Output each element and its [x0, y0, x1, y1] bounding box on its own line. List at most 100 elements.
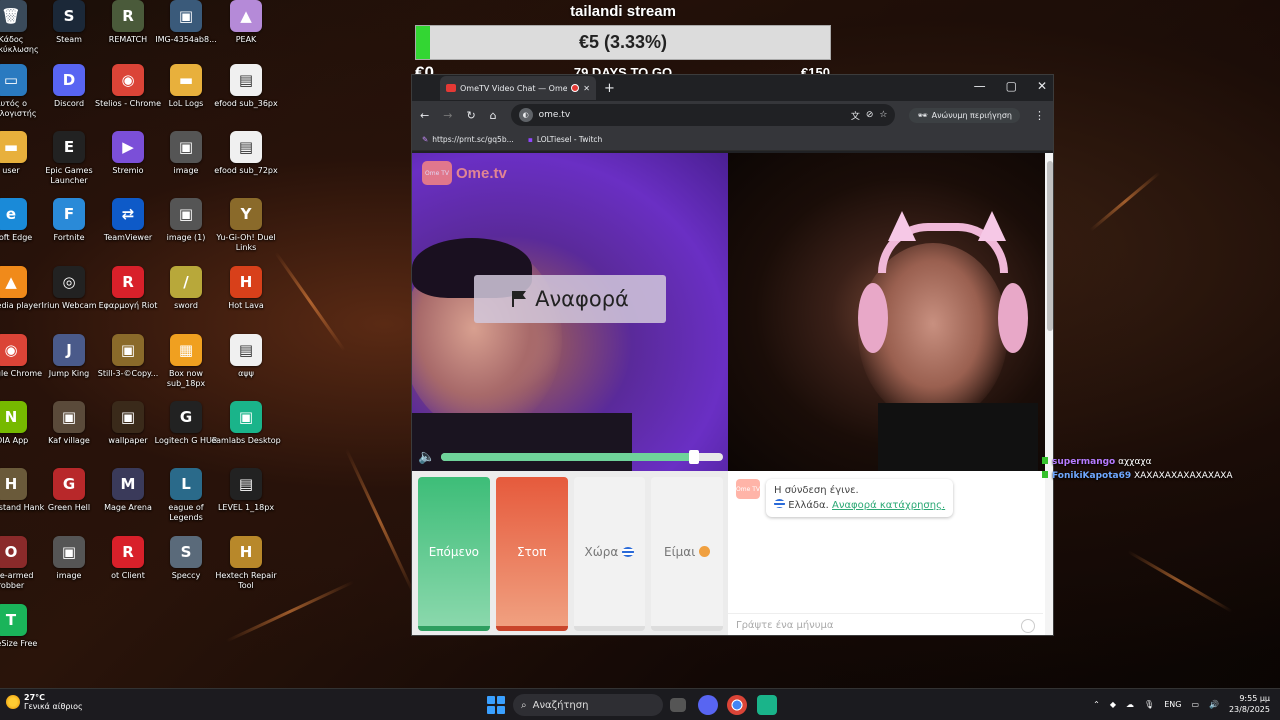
desktop-icon[interactable]: ▣ eamlabs Desktop	[211, 401, 281, 467]
desktop-icon[interactable]: ▣ image	[155, 131, 217, 197]
task-view-icon[interactable]	[670, 698, 686, 712]
desktop-icon[interactable]: ▣ IMG-4354ab8...	[155, 0, 217, 66]
tab-close-icon[interactable]: ✕	[583, 84, 590, 93]
desktop-icon-label: PEAK	[235, 35, 257, 44]
display-icon[interactable]: ▭	[1191, 700, 1199, 709]
forward-icon[interactable]: →	[443, 109, 452, 122]
incognito-badge[interactable]: 🕶 Ανώνυμη περιήγηση	[909, 107, 1020, 123]
desktop-icon[interactable]: League of Legends	[155, 468, 217, 534]
desktop-icon[interactable]: ▭Αυτός ο υπολογιστής	[0, 64, 42, 130]
desktop-icon[interactable]: ▬ LoL Logs	[155, 64, 217, 130]
desktop-icon[interactable]: ▲C media player	[0, 266, 42, 332]
cloud-icon[interactable]: ☁	[1126, 700, 1134, 709]
translate-icon[interactable]: 文	[851, 109, 860, 122]
desktop-icon[interactable]: F Fortnite	[38, 198, 100, 264]
desktop-icon[interactable]: ▣ wallpaper	[97, 401, 159, 467]
desktop-icon[interactable]: NIDIA App	[0, 401, 42, 467]
next-button[interactable]: Επόμενο	[418, 477, 490, 631]
desktop-icon[interactable]: ▣ Still-3-©Copy...	[97, 334, 159, 400]
maximize-button[interactable]: ▢	[1006, 79, 1017, 93]
eye-off-icon[interactable]: ⊘	[866, 110, 874, 120]
desktop-icon[interactable]: / sword	[155, 266, 217, 332]
close-button[interactable]: ✕	[1037, 79, 1047, 93]
start-button[interactable]	[487, 696, 505, 714]
desktop-icon[interactable]: ▣ image (1)	[155, 198, 217, 264]
gender-button[interactable]: Είμαι	[651, 477, 723, 631]
chrome-taskbar-icon[interactable]	[727, 695, 747, 715]
search-box[interactable]: ⌕ Αναζήτηση	[513, 694, 663, 716]
desktop-icon[interactable]: eosoft Edge	[0, 198, 42, 264]
report-button[interactable]: Αναφορά	[474, 275, 666, 323]
report-abuse-link[interactable]: Αναφορά κατάχρησης.	[832, 500, 945, 511]
address-bar[interactable]: ◐ ome.tv 文 ⊘ ☆	[510, 104, 896, 126]
site-info-icon[interactable]: ◐	[518, 108, 533, 122]
desktop-icon[interactable]: HHandstand Hank	[0, 468, 44, 534]
desktop-icon[interactable]: D Discord	[38, 64, 100, 130]
network-icon[interactable]: ◆	[1110, 700, 1116, 709]
volume-slider[interactable]	[441, 450, 723, 464]
desktop-icon[interactable]: ◎ Iriun Webcam	[38, 266, 100, 332]
tab-ometv[interactable]: OmeTV Video Chat — Ome ✕	[440, 76, 596, 100]
bookmark-twitch[interactable]: ▪ LOLTiesel - Twitch	[528, 135, 603, 144]
app-icon: E	[53, 131, 85, 163]
desktop-icon[interactable]: ▣ image	[38, 536, 100, 602]
desktop-icon[interactable]: Y Yu-Gi-Oh! Duel Links	[215, 198, 277, 264]
desktop-icon[interactable]: ▬ user	[0, 131, 42, 197]
weather-widget[interactable]: 27°C Γενικά αίθριος	[6, 693, 83, 711]
desktop-icon[interactable]: S Speccy	[155, 536, 217, 602]
desktop-icon[interactable]: Rot Client	[97, 536, 159, 602]
desktop-icon[interactable]: R Εφαρμογή Riot	[97, 266, 159, 332]
country-button[interactable]: Χώρα	[573, 477, 646, 631]
stop-button[interactable]: Στοπ	[495, 477, 568, 631]
desktop-icon[interactable]: R REMATCH	[97, 0, 159, 66]
speaker-icon[interactable]: 🔈	[418, 449, 435, 465]
emoji-icon[interactable]	[1021, 618, 1035, 633]
volume-thumb[interactable]	[688, 450, 699, 464]
desktop-icon[interactable]: ▲ PEAK	[215, 0, 277, 66]
microphone-icon[interactable]: 🎙	[1144, 700, 1154, 709]
desktop-icon[interactable]: ◉Google Chrome	[0, 334, 42, 400]
home-icon[interactable]: ⌂	[490, 109, 497, 122]
reload-icon[interactable]: ↻	[466, 109, 475, 122]
app-icon: ▣	[112, 334, 144, 366]
desktop-icon[interactable]: 🗑Κάδος ανακύκλωσης	[0, 0, 42, 66]
app-icon: R	[112, 266, 144, 298]
volume-icon[interactable]: 🔊	[1209, 700, 1219, 709]
desktop-icon[interactable]: ▤ LEVEL 1_18px	[215, 468, 277, 534]
minimize-button[interactable]: —	[974, 79, 986, 93]
message-input[interactable]: Γράψτε ένα μήνυμα	[728, 613, 1043, 635]
desktop-icon[interactable]: E Epic Games Launcher	[38, 131, 100, 197]
streamlabs-taskbar-icon[interactable]	[757, 695, 777, 715]
desktop-icon[interactable]: ⇄ TeamViewer	[97, 198, 159, 264]
star-icon[interactable]: ☆	[879, 110, 887, 120]
page-scrollbar[interactable]	[1045, 153, 1053, 635]
desktop-icon[interactable]: ▣ Kaf village	[38, 401, 100, 467]
app-icon: ▬	[0, 131, 27, 163]
new-tab-button[interactable]: +	[604, 81, 615, 96]
desktop-icon[interactable]: ▤ efood sub_72px	[214, 131, 278, 197]
desktop-icon[interactable]: T TreeSize Free	[0, 604, 42, 670]
language-indicator[interactable]: ENG	[1164, 700, 1181, 709]
system-tray: ⌃ ◆ ☁ 🎙 ENG ▭ 🔊 9:55 μμ 23/8/2025	[1093, 693, 1270, 715]
desktop-icon[interactable]: H Hextech Repair Tool	[215, 536, 277, 602]
desktop-icon[interactable]: H Hot Lava	[215, 266, 277, 332]
desktop-icon[interactable]: OOne-armed robber	[0, 536, 42, 602]
desktop-icon[interactable]: S Steam	[38, 0, 100, 66]
desktop-icon[interactable]: ◉ Stelios - Chrome	[95, 64, 161, 130]
menu-icon[interactable]: ⋮	[1034, 109, 1045, 122]
clock[interactable]: 9:55 μμ 23/8/2025	[1229, 693, 1270, 715]
desktop-icon[interactable]: ▦ Box now sub_18px	[155, 334, 217, 400]
twitch-chat-overlay: supermango αχχαχα FonikiKapota69 ΧΑΧΑΧΑΧ…	[1042, 455, 1233, 483]
chevron-up-icon[interactable]: ⌃	[1093, 700, 1100, 709]
desktop-icon[interactable]: ▤ efood sub_36px	[214, 64, 278, 130]
desktop-icon[interactable]: G Logitech G HUB	[155, 401, 217, 467]
back-icon[interactable]: ←	[420, 109, 429, 122]
desktop-icon[interactable]: G Green Hell	[38, 468, 100, 534]
desktop-icon[interactable]: J Jump King	[38, 334, 100, 400]
discord-taskbar-icon[interactable]	[698, 695, 718, 715]
desktop-icon[interactable]: ▤ αψψ	[215, 334, 277, 400]
desktop-icon[interactable]: ▶ Stremio	[97, 131, 159, 197]
bookmark-prntsc[interactable]: ✎ https://prnt.sc/gq5b...	[422, 135, 514, 144]
desktop-icon[interactable]: M Mage Arena	[97, 468, 159, 534]
scrollbar-thumb[interactable]	[1047, 161, 1053, 331]
